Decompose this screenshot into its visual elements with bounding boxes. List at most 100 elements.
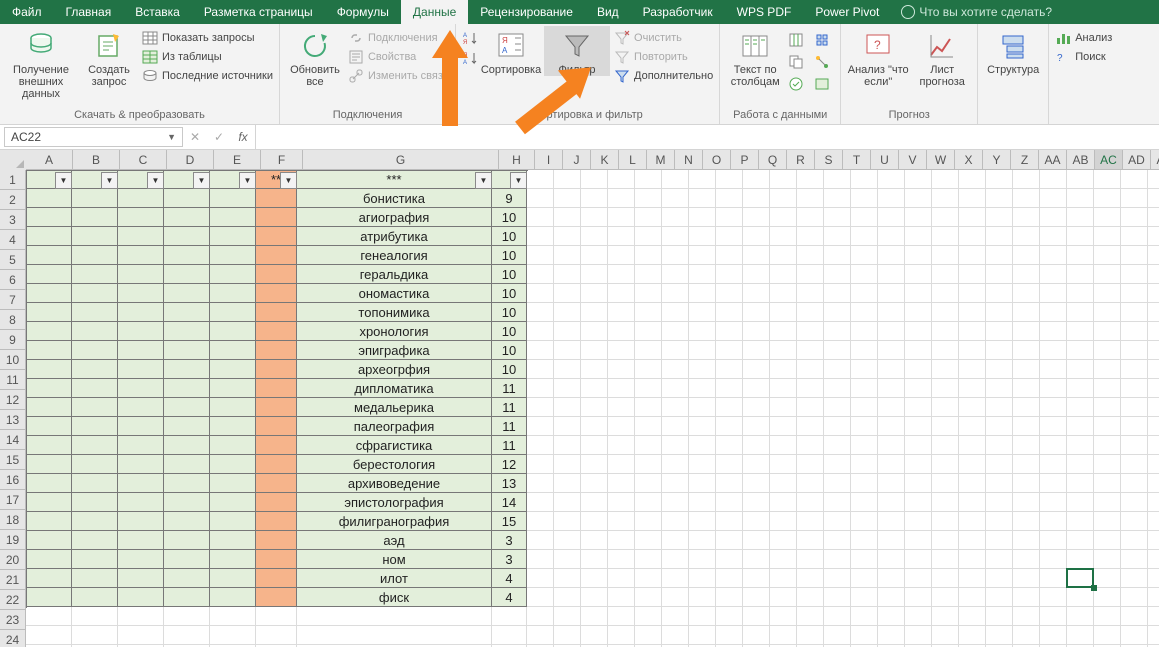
cell[interactable]: [164, 493, 210, 512]
cell[interactable]: [72, 265, 118, 284]
cell[interactable]: [164, 189, 210, 208]
row-header[interactable]: 18: [0, 510, 26, 530]
tab-вид[interactable]: Вид: [585, 0, 631, 24]
row-header[interactable]: 13: [0, 410, 26, 430]
col-header[interactable]: X: [955, 150, 983, 170]
row-headers[interactable]: 1234567891011121314151617181920212223242…: [0, 170, 26, 647]
col-header[interactable]: J: [563, 150, 591, 170]
cell[interactable]: [210, 493, 256, 512]
cell[interactable]: [164, 531, 210, 550]
cell[interactable]: эпистолография: [297, 493, 492, 512]
tab-wps pdf[interactable]: WPS PDF: [725, 0, 804, 24]
cell[interactable]: [26, 512, 72, 531]
cell[interactable]: [72, 417, 118, 436]
cell[interactable]: [72, 512, 118, 531]
cell[interactable]: агиография: [297, 208, 492, 227]
sort-asc-button[interactable]: АЯ: [462, 30, 478, 46]
filter-dropdown-button[interactable]: ▼: [510, 172, 527, 189]
cell[interactable]: [164, 227, 210, 246]
cell[interactable]: [256, 246, 297, 265]
cell[interactable]: [26, 588, 72, 607]
cell[interactable]: [256, 341, 297, 360]
cell[interactable]: 4: [492, 569, 527, 588]
cell[interactable]: [26, 474, 72, 493]
cell[interactable]: [210, 322, 256, 341]
cell[interactable]: [118, 208, 164, 227]
cell[interactable]: [164, 398, 210, 417]
cell[interactable]: 10: [492, 360, 527, 379]
cell[interactable]: [256, 303, 297, 322]
filter-dropdown-button[interactable]: ▼: [55, 172, 72, 189]
cell[interactable]: филигранография: [297, 512, 492, 531]
cell[interactable]: [118, 189, 164, 208]
cell[interactable]: 10: [492, 284, 527, 303]
cell[interactable]: [72, 474, 118, 493]
cell[interactable]: [256, 322, 297, 341]
cell[interactable]: [210, 417, 256, 436]
cell[interactable]: [118, 322, 164, 341]
cell[interactable]: [210, 550, 256, 569]
cell[interactable]: [26, 341, 72, 360]
edit-links-button[interactable]: Изменить связи: [348, 68, 449, 84]
cell[interactable]: [210, 512, 256, 531]
formula-input[interactable]: [255, 125, 1159, 149]
cell[interactable]: [210, 303, 256, 322]
cell[interactable]: 12: [492, 455, 527, 474]
cell[interactable]: 11: [492, 436, 527, 455]
row-header[interactable]: 17: [0, 490, 26, 510]
cell[interactable]: [256, 531, 297, 550]
cell[interactable]: берестология: [297, 455, 492, 474]
tab-разметка страницы[interactable]: Разметка страницы: [192, 0, 325, 24]
cell[interactable]: [210, 569, 256, 588]
row-header[interactable]: 5: [0, 250, 26, 270]
row-header[interactable]: 15: [0, 450, 26, 470]
row-header[interactable]: 21: [0, 570, 26, 590]
row-header[interactable]: 19: [0, 530, 26, 550]
name-box[interactable]: AC22▼: [4, 127, 183, 147]
col-header[interactable]: O: [703, 150, 731, 170]
recent-sources-button[interactable]: Последние источники: [142, 68, 273, 84]
reapply-filter-button[interactable]: Повторить: [614, 49, 713, 65]
tell-me-search[interactable]: Что вы хотите сделать?: [891, 0, 1052, 24]
col-header[interactable]: F: [261, 150, 303, 170]
worksheet[interactable]: ABCDEFGHIJKLMNOPQRSTUVWXYZAAABACADAEAF 1…: [0, 150, 1159, 647]
tab-главная[interactable]: Главная: [54, 0, 124, 24]
cell[interactable]: [256, 550, 297, 569]
cell[interactable]: [210, 474, 256, 493]
row-header[interactable]: 20: [0, 550, 26, 570]
cell[interactable]: бонистика: [297, 189, 492, 208]
cell[interactable]: 11: [492, 379, 527, 398]
cell[interactable]: [26, 322, 72, 341]
cell[interactable]: 10: [492, 322, 527, 341]
col-header[interactable]: AC: [1095, 150, 1123, 170]
relationships-icon[interactable]: [814, 54, 830, 70]
cell[interactable]: сфрагистика: [297, 436, 492, 455]
cell[interactable]: ономастика: [297, 284, 492, 303]
cell[interactable]: 10: [492, 208, 527, 227]
data-model-icon[interactable]: [814, 76, 830, 92]
cell[interactable]: [164, 512, 210, 531]
row-header[interactable]: 4: [0, 230, 26, 250]
remove-dup-icon[interactable]: [788, 54, 804, 70]
col-header[interactable]: H: [499, 150, 535, 170]
cell[interactable]: [256, 512, 297, 531]
cell[interactable]: хронология: [297, 322, 492, 341]
cell[interactable]: [26, 398, 72, 417]
col-header[interactable]: E: [214, 150, 261, 170]
cell[interactable]: [26, 493, 72, 512]
data-validation-icon[interactable]: [788, 76, 804, 92]
cell[interactable]: [164, 341, 210, 360]
cell[interactable]: [256, 398, 297, 417]
row-header[interactable]: 8: [0, 310, 26, 330]
cell[interactable]: [210, 588, 256, 607]
cell[interactable]: [72, 379, 118, 398]
col-header[interactable]: S: [815, 150, 843, 170]
cell[interactable]: [210, 341, 256, 360]
outline-button[interactable]: Структура: [984, 26, 1042, 76]
cell[interactable]: [118, 493, 164, 512]
col-header[interactable]: T: [843, 150, 871, 170]
filter-dropdown-button[interactable]: ▼: [239, 172, 256, 189]
cell[interactable]: [210, 189, 256, 208]
cell[interactable]: [210, 436, 256, 455]
cell[interactable]: [118, 531, 164, 550]
